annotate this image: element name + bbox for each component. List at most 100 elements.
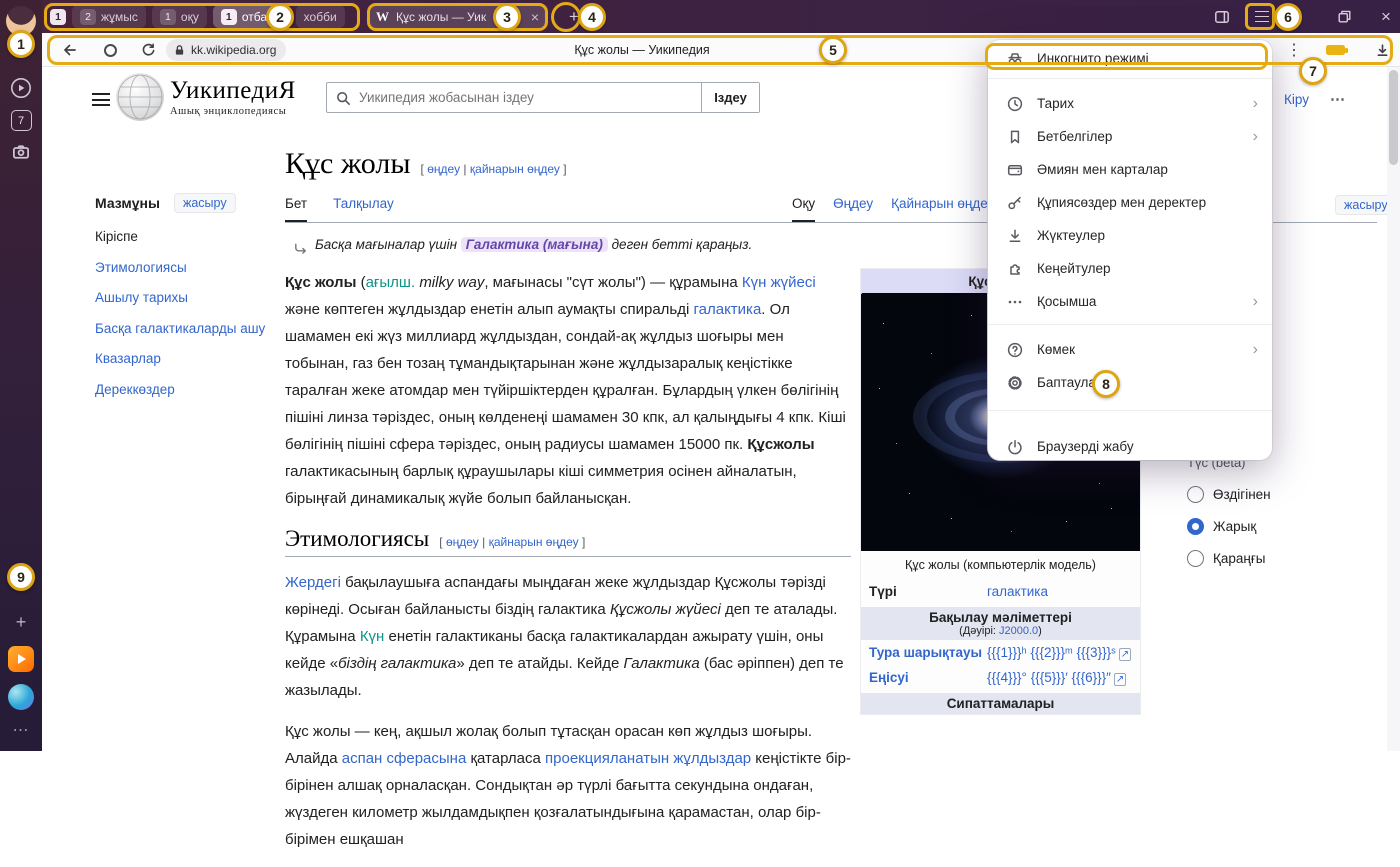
edit-source-link[interactable]: қайнарын өңдеу	[470, 162, 560, 176]
text-segment: . Ол шамамен екі жүз миллиард жұлдыздан,…	[285, 301, 846, 453]
tab-edit[interactable]: Өңдеу	[833, 196, 873, 222]
wiki-link[interactable]: Жердегі	[285, 574, 341, 591]
toc-item-other-galaxies[interactable]: Басқа галактикаларды ашу	[95, 319, 285, 339]
tab-group-collapsed[interactable]: 1	[50, 5, 66, 28]
sidebar-more-icon[interactable]: ⋯	[0, 720, 42, 740]
article-title: Құс жолы	[285, 147, 411, 181]
galaxy-link[interactable]: галактика	[987, 582, 1132, 602]
italic-text: біздің галактика	[338, 655, 456, 672]
menu-item-wallet[interactable]: Әмиян мен карталар	[988, 153, 1272, 186]
toc-item-etymology[interactable]: Этимологиясы	[95, 258, 285, 278]
epoch-link[interactable]: J2000.0	[999, 625, 1038, 637]
yandex-button[interactable]	[96, 33, 124, 67]
wikipedia-wordmark[interactable]: УикипедиЯ Ашық энциклопедиясы	[170, 77, 296, 117]
section-header: Сипаттамалары	[865, 696, 1136, 711]
wiki-link[interactable]: Күн	[360, 628, 385, 645]
menu-item-bookmarks[interactable]: Бетбелгілер ›	[988, 120, 1272, 153]
hatnote-text: Басқа мағыналар үшін Галактика (мағына) …	[315, 237, 752, 252]
menu-item-help[interactable]: Көмек ›	[988, 333, 1272, 366]
restore-window-button[interactable]	[1332, 0, 1356, 33]
downloads-button[interactable]	[1368, 33, 1396, 67]
language-link[interactable]: ағылш.	[366, 274, 416, 291]
screenshot-icon[interactable]	[0, 142, 42, 162]
close-icon: ×	[1381, 7, 1391, 27]
tab-page[interactable]: Бет	[285, 196, 307, 222]
menu-item-passwords[interactable]: Құпиясөздер мен деректер	[988, 186, 1272, 219]
ra-label-link[interactable]: Тура шарықтауы	[869, 643, 987, 663]
external-link-icon[interactable]: ↗	[1119, 648, 1131, 661]
tab-edit-source[interactable]: Қайнарын өңдеу	[891, 196, 994, 222]
hamburger-icon	[1255, 11, 1269, 22]
orange-app-icon	[8, 646, 34, 672]
yandex-start-icon[interactable]	[0, 646, 42, 672]
sidebar-add-icon[interactable]: +	[0, 612, 42, 633]
edit-link[interactable]: өңдеу	[427, 162, 460, 176]
key-icon	[1006, 194, 1024, 212]
color-option-auto[interactable]: Өздігінен	[1187, 486, 1357, 503]
text-segment: , мағынасы "сүт жолы") — құрамына	[484, 274, 742, 291]
text-segment: қатарласа	[466, 750, 545, 767]
tab-group-work[interactable]: 2жұмыс	[72, 5, 146, 28]
paragraph-1: Құс жолы (ағылш. milky way, мағынасы "сү…	[285, 269, 851, 512]
edit-source-link[interactable]: қайнарын өңдеу	[489, 535, 579, 549]
url-field[interactable]: kk.wikipedia.org	[166, 39, 286, 61]
browser-menu-button[interactable]	[1250, 0, 1274, 33]
alice-icon	[8, 684, 34, 710]
login-link[interactable]: Кіру	[1284, 92, 1309, 107]
tab-group-hobby[interactable]: хобби	[296, 5, 345, 28]
infobox-section-observation: Бақылау мәліметтері (Дәуірі: J2000.0)	[861, 607, 1140, 640]
toc-title: Мазмұны	[95, 195, 160, 211]
callout-7: 7	[1299, 57, 1327, 85]
wiki-link[interactable]: аспан сферасына	[342, 750, 467, 767]
tab-talk[interactable]: Талқылау	[333, 196, 394, 222]
menu-item-more[interactable]: Қосымша ›	[988, 285, 1272, 318]
search-button[interactable]: Іздеу	[701, 83, 759, 112]
battery-saver-icon[interactable]	[1320, 33, 1350, 67]
tab-read[interactable]: Оқу	[792, 196, 815, 222]
user-more-icon[interactable]: ⋯	[1330, 90, 1345, 108]
wiki-link[interactable]: галактика	[694, 301, 762, 318]
tab-counter-badge[interactable]: 7	[0, 110, 42, 131]
toc-item-discovery[interactable]: Ашылу тарихы	[95, 288, 285, 308]
toc-item-references[interactable]: Дереккөздер	[95, 380, 285, 400]
disambiguation-link[interactable]: Галактика (мағына)	[461, 237, 608, 252]
tab-group-study[interactable]: 1оқу	[152, 5, 207, 28]
dec-label-link[interactable]: Еңісуі	[869, 668, 987, 688]
tab-close-icon[interactable]: ×	[531, 9, 539, 25]
alice-assistant-icon[interactable]	[0, 684, 42, 710]
menu-item-downloads[interactable]: Жүктеулер	[988, 219, 1272, 252]
wiki-link[interactable]: Күн жүйесі	[742, 274, 816, 291]
toc-hide-button[interactable]: жасыру	[174, 193, 236, 213]
back-button[interactable]	[56, 33, 84, 67]
wiki-menu-icon[interactable]	[92, 93, 110, 106]
external-link-icon[interactable]: ↗	[1114, 673, 1126, 686]
help-icon	[1006, 341, 1024, 359]
color-option-light[interactable]: Жарық	[1187, 518, 1357, 535]
group-label: хобби	[304, 10, 337, 24]
group-label: оқу	[181, 10, 199, 24]
callout-9: 9	[7, 563, 35, 591]
menu-item-incognito[interactable]: Инкогнито режимі	[988, 42, 1272, 75]
bracket: ]	[563, 162, 566, 176]
callout-3: 3	[493, 3, 521, 31]
toc-item-quasars[interactable]: Квазарлар	[95, 349, 285, 369]
bold-text: Құс жолы	[285, 274, 356, 291]
search-input[interactable]	[327, 83, 701, 112]
edit-link[interactable]: өңдеу	[446, 535, 479, 549]
menu-item-extensions[interactable]: Кеңейтулер	[988, 252, 1272, 285]
wikipedia-logo[interactable]	[116, 73, 164, 121]
menu-item-label: Бетбелгілер	[1037, 129, 1112, 144]
scrollbar-thumb[interactable]	[1389, 70, 1398, 165]
wiki-link[interactable]: проекцияланатын жұлдыздар	[545, 750, 751, 767]
menu-item-close-browser[interactable]: Браузерді жабу	[988, 430, 1272, 463]
play-icon[interactable]	[0, 76, 42, 100]
menu-item-history[interactable]: Тарих ›	[988, 87, 1272, 120]
color-option-dark[interactable]: Қараңғы	[1187, 550, 1357, 567]
close-window-button[interactable]: ×	[1374, 0, 1398, 33]
scrollbar[interactable]	[1387, 67, 1400, 751]
chevron-right-icon: ›	[1253, 129, 1258, 145]
toc-item-intro[interactable]: Кіріспе	[95, 227, 285, 247]
menu-item-settings[interactable]: Баптаулар	[988, 366, 1272, 399]
side-panel-icon[interactable]	[1210, 0, 1234, 33]
refresh-button[interactable]	[134, 33, 162, 67]
